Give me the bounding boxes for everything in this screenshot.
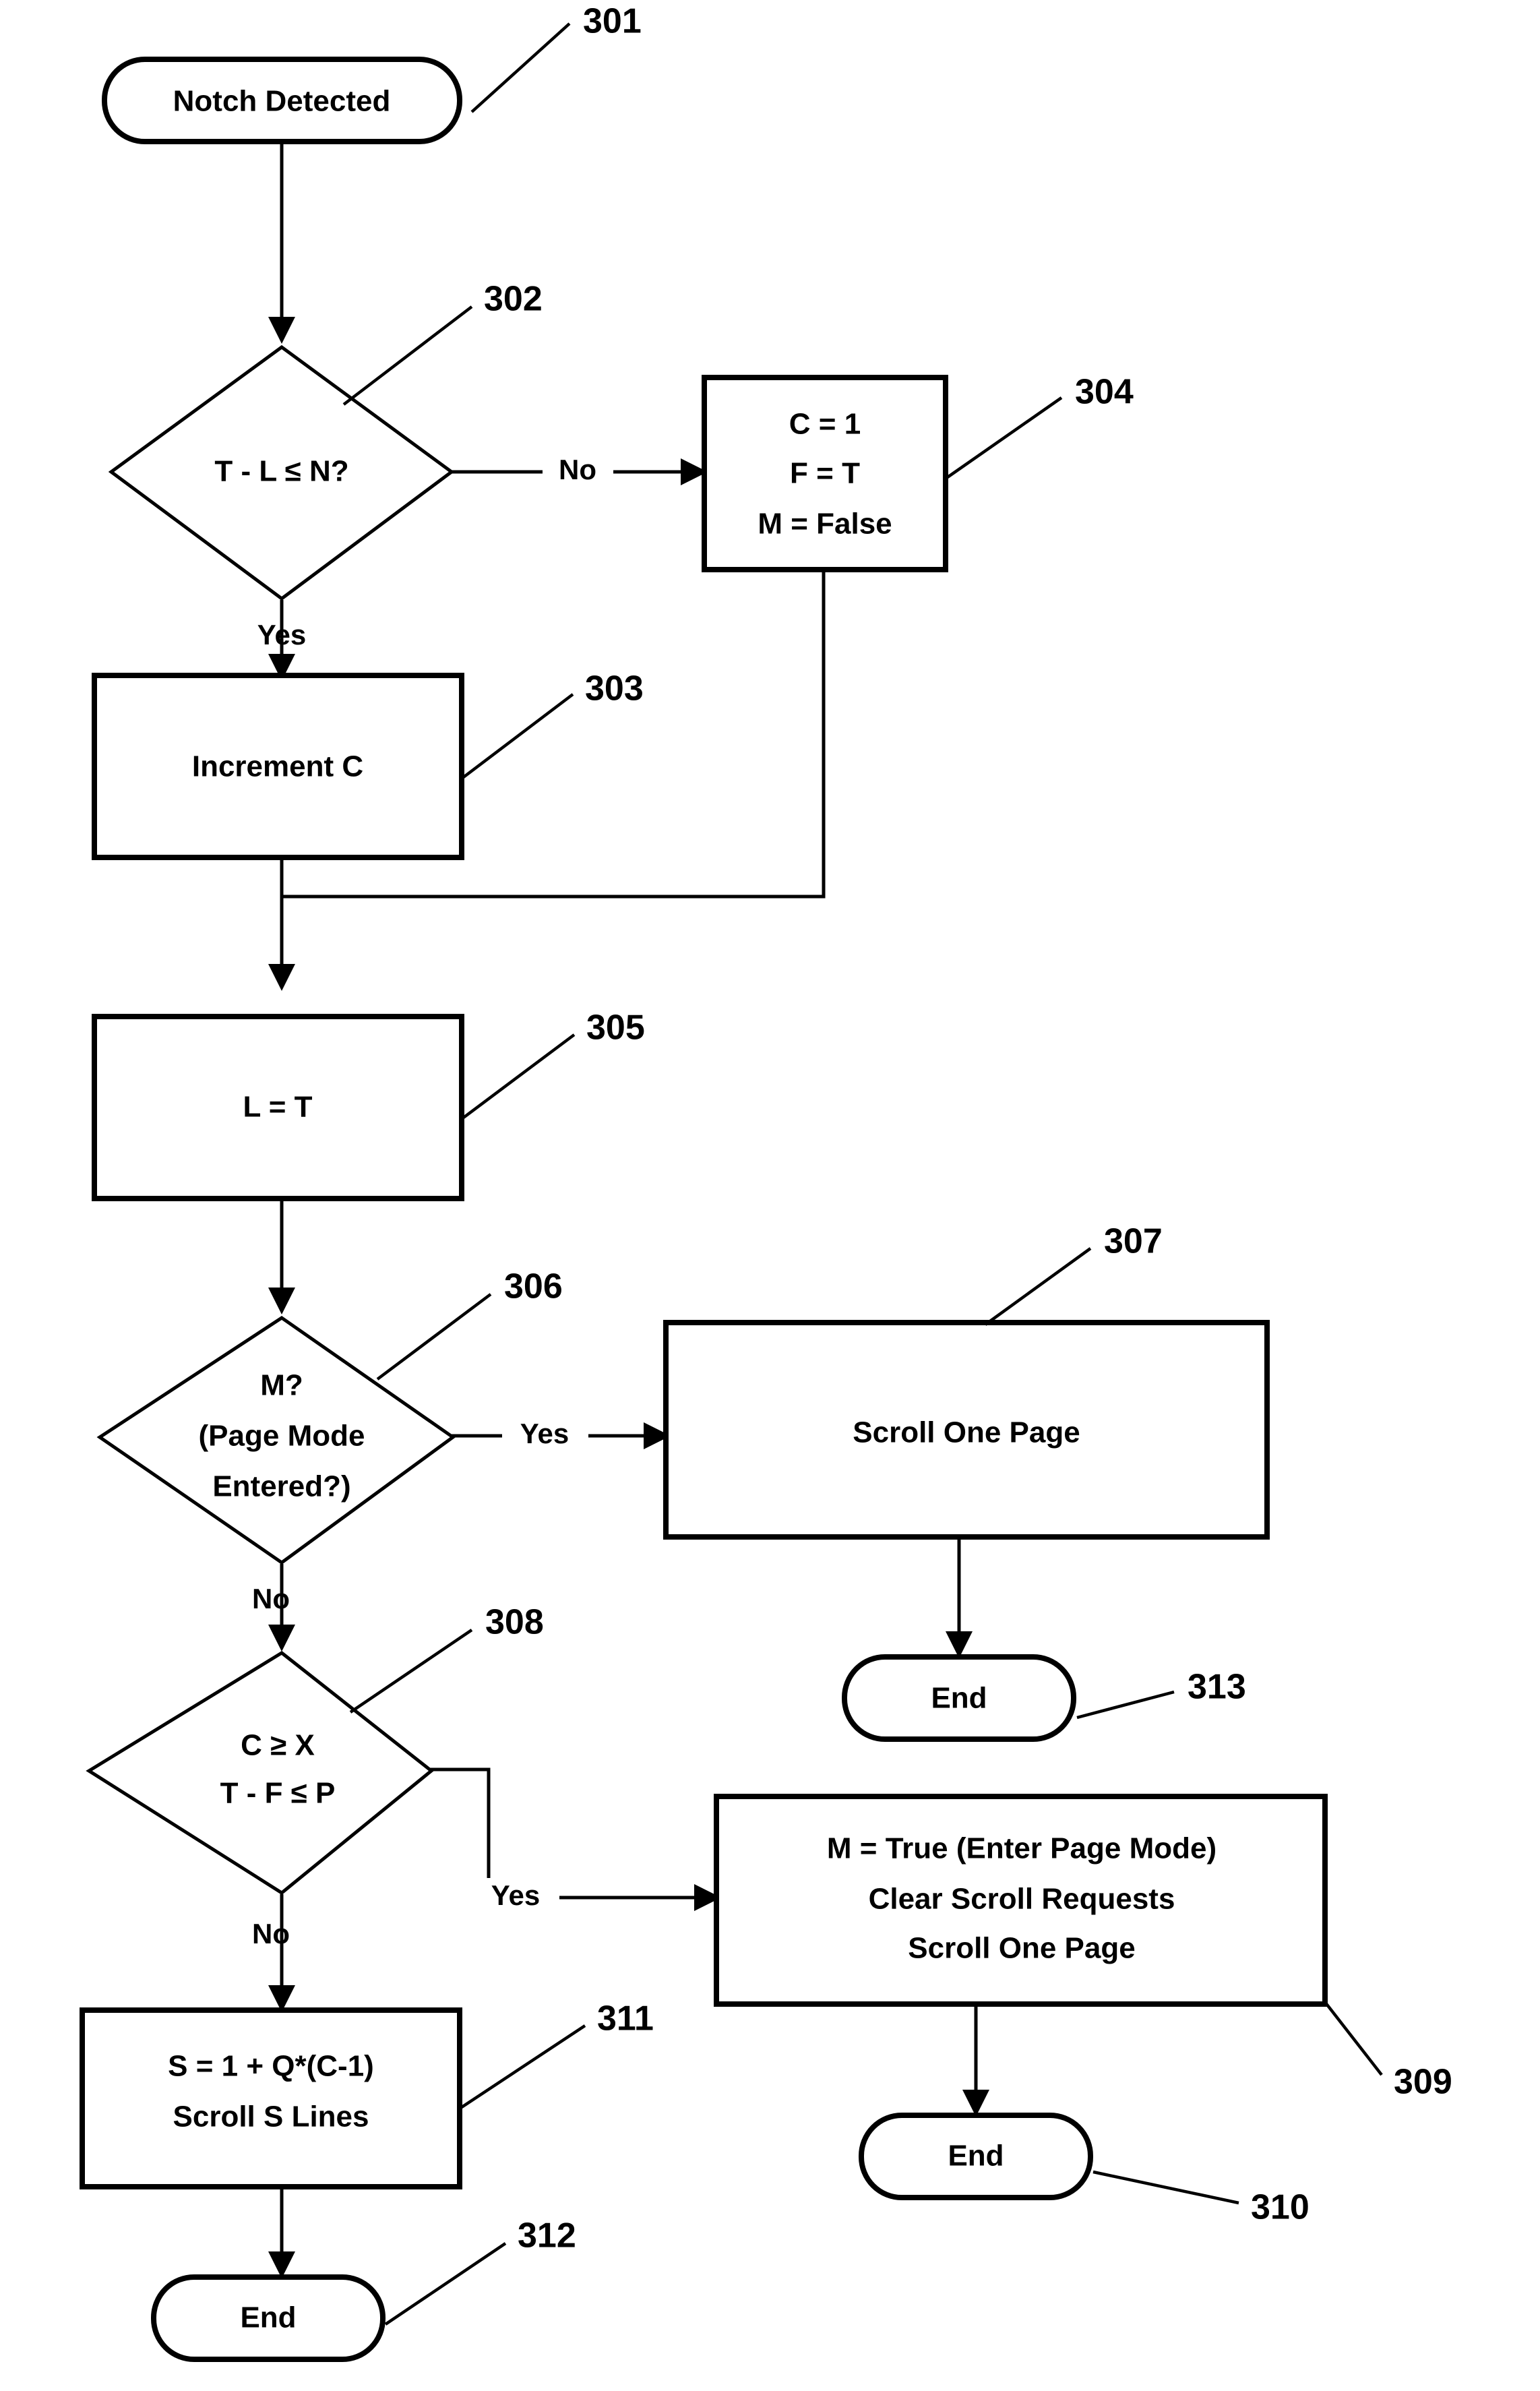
node-label-304-line2: F = T	[790, 457, 860, 490]
ref-numeral-311: 311	[597, 1999, 654, 2038]
ref-numeral-304: 304	[1075, 373, 1134, 412]
node-assign-l-equals-t[interactable]: L = T	[92, 1014, 464, 1201]
edge-label-308-yes: Yes	[491, 1879, 540, 1911]
node-label-309-line1: M = True (Enter Page Mode)	[827, 1832, 1216, 1865]
node-decision-page-mode[interactable]: M? (Page Mode Entered?)	[96, 1315, 456, 1565]
node-label-308-line1: C ≥ X	[241, 1729, 315, 1762]
leader-line-308	[349, 1629, 473, 1714]
node-enter-page-mode[interactable]: M = True (Enter Page Mode) Clear Scroll …	[714, 1794, 1328, 2007]
decision-shape-308	[86, 1650, 434, 1896]
node-scroll-s-lines[interactable]: S = 1 + Q*(C-1) Scroll S Lines	[80, 2007, 462, 2189]
node-label-303: Increment C	[192, 750, 363, 783]
node-notch-detected[interactable]: Notch Detected	[102, 57, 462, 144]
ref-numeral-303: 303	[585, 669, 644, 708]
node-label-311-line1: S = 1 + Q*(C-1)	[168, 2050, 374, 2083]
edge-label-302-no-text: No	[559, 454, 596, 485]
ref-numeral-306: 306	[504, 1267, 563, 1306]
node-label-306-line3: Entered?)	[212, 1470, 350, 1503]
node-label-307: Scroll One Page	[853, 1416, 1080, 1449]
ref-numeral-308: 308	[485, 1603, 544, 1642]
node-label-304-line1: C = 1	[789, 408, 861, 441]
edge-label-308-no: No	[252, 1918, 290, 1949]
leader-line-301	[470, 22, 571, 113]
node-end-313[interactable]: End	[842, 1654, 1076, 1742]
node-label-302: T - L ≤ N?	[214, 455, 348, 488]
flowchart-canvas: Notch Detected 301 T - L ≤ N? 302 C = 1 …	[80, 2, 1452, 2362]
edge-label-306-yes: Yes	[520, 1418, 569, 1449]
node-label-306-line1: M?	[260, 1369, 303, 1402]
leader-line-304	[944, 396, 1063, 480]
node-reset-counters[interactable]: C = 1 F = T M = False	[702, 375, 948, 572]
node-label-304-line3: M = False	[758, 508, 892, 541]
ref-numeral-305: 305	[586, 1008, 645, 1048]
process-shape-311	[80, 2007, 462, 2189]
node-decision-threshold[interactable]: C ≥ X T - F ≤ P	[86, 1650, 434, 1896]
ref-numeral-310: 310	[1251, 2188, 1310, 2227]
node-end-312[interactable]: End	[151, 2274, 386, 2362]
node-label-313: End	[931, 1682, 987, 1715]
edge-label-302-yes: Yes	[257, 619, 306, 650]
leader-line-302	[342, 305, 473, 406]
ref-numeral-301: 301	[583, 2, 642, 41]
edge-label-306-no: No	[252, 1583, 290, 1614]
node-label-312: End	[240, 2301, 296, 2334]
node-label-308-line2: T - F ≤ P	[220, 1777, 336, 1810]
node-scroll-one-page[interactable]: Scroll One Page	[663, 1320, 1270, 1540]
leader-line-305	[460, 1033, 576, 1120]
ref-numeral-309: 309	[1394, 2063, 1452, 2102]
leader-line-309	[1324, 2001, 1383, 2076]
node-decision-t-minus-l[interactable]: T - L ≤ N?	[108, 344, 455, 601]
leader-line-311	[458, 2024, 586, 2110]
leader-line-303	[460, 693, 574, 780]
node-label-306-line2: (Page Mode	[199, 1420, 365, 1453]
flowchart-page: Notch Detected 301 T - L ≤ N? 302 C = 1 …	[0, 0, 1540, 2391]
node-end-310[interactable]: End	[859, 2113, 1093, 2200]
node-label-311-line2: Scroll S Lines	[173, 2100, 369, 2133]
leader-line-313	[1076, 1690, 1175, 1720]
leader-line-306	[376, 1293, 492, 1381]
leader-line-310	[1092, 2170, 1239, 2205]
node-label-305: L = T	[243, 1091, 312, 1124]
node-label-301: Notch Detected	[173, 85, 391, 118]
node-label-309-line2: Clear Scroll Requests	[869, 1883, 1175, 1916]
ref-numeral-307: 307	[1104, 1222, 1163, 1261]
leader-line-312	[384, 2242, 507, 2326]
leader-line-307	[984, 1247, 1092, 1326]
edge-308-yes-to-309	[428, 1767, 721, 1911]
ref-numeral-302: 302	[484, 280, 543, 319]
node-label-310: End	[948, 2140, 1004, 2173]
node-increment-c[interactable]: Increment C	[92, 673, 464, 860]
ref-numeral-313: 313	[1188, 1668, 1246, 1707]
ref-numeral-312: 312	[518, 2216, 576, 2256]
node-label-309-line3: Scroll One Page	[908, 1932, 1135, 1965]
